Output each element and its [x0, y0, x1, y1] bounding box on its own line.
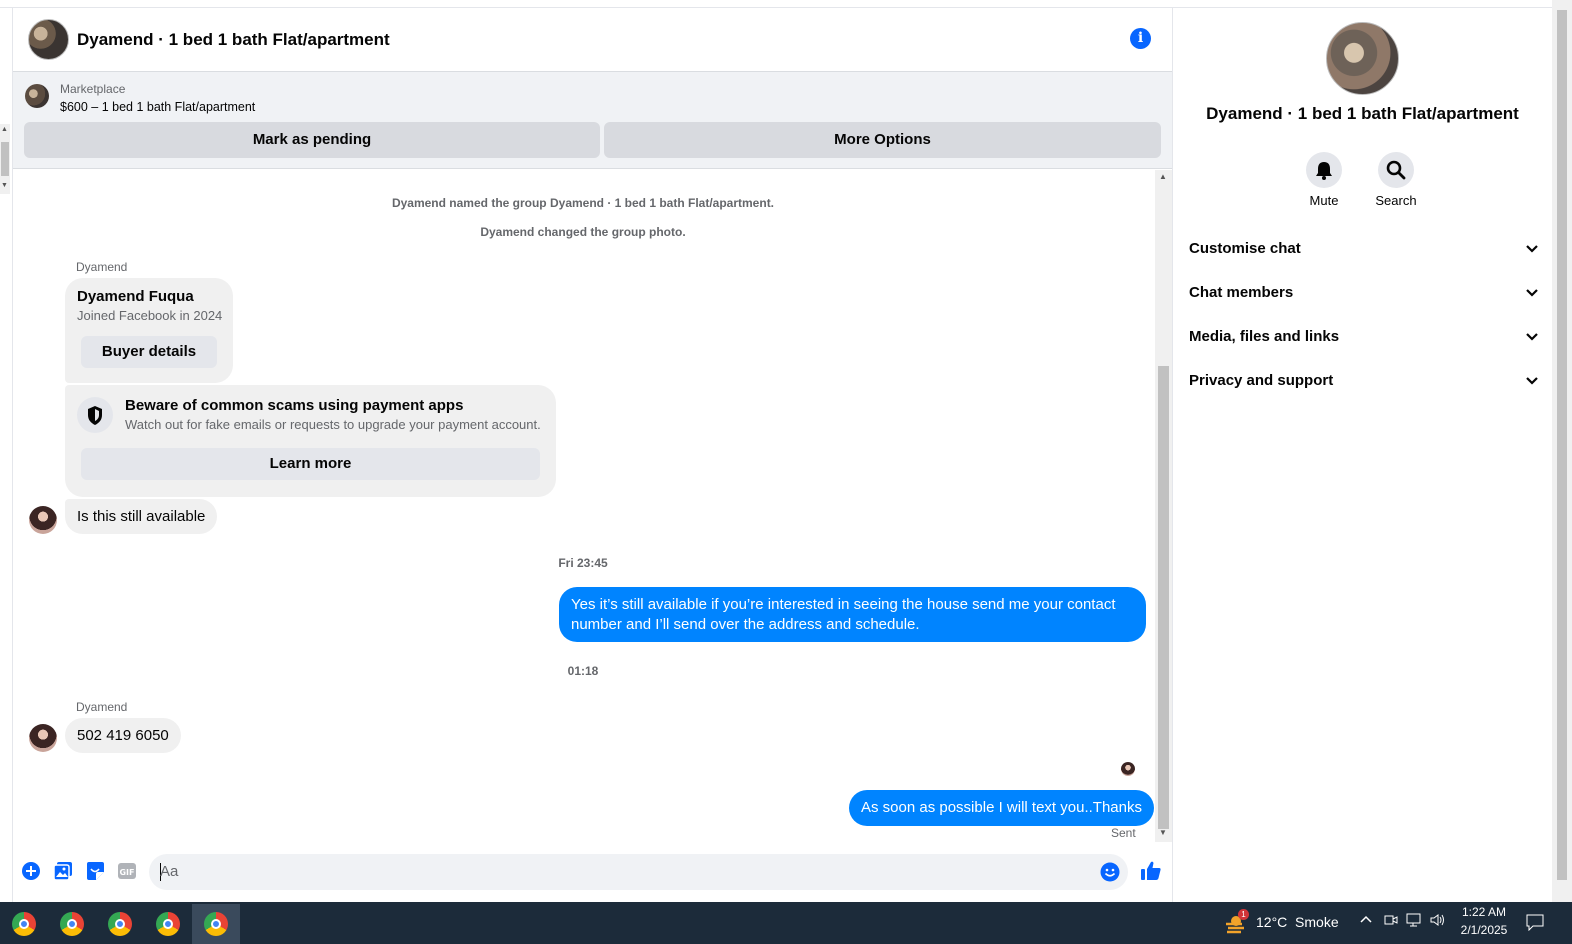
- message-composer: GIF Aa: [13, 850, 1172, 894]
- chat-scroll-up-icon[interactable]: ▲: [1159, 172, 1167, 181]
- svg-text:GIF: GIF: [119, 868, 134, 877]
- group-photo[interactable]: [1326, 22, 1399, 95]
- section-privacy-support[interactable]: Privacy and support: [1189, 372, 1539, 389]
- chevron-down-icon: [1526, 245, 1538, 253]
- page-scroll-thumb[interactable]: [1557, 10, 1567, 880]
- marketplace-label: Marketplace: [60, 82, 126, 96]
- weather-badge: 1: [1238, 909, 1249, 920]
- chevron-down-icon: [1526, 377, 1538, 385]
- scroll-down-arrow-icon[interactable]: ▼: [1, 182, 8, 190]
- chevron-down-icon: [1526, 289, 1538, 297]
- section-label: Media, files and links: [1189, 328, 1340, 345]
- windows-taskbar: 1 12°C Smoke 1:22 AM 2/1/2025: [0, 902, 1572, 944]
- page-scrollbar[interactable]: [1552, 0, 1572, 902]
- notification-icon[interactable]: [1526, 913, 1544, 934]
- mute-label: Mute: [1309, 193, 1339, 208]
- message-input-placeholder: Aa: [160, 863, 179, 880]
- taskbar-chrome-app[interactable]: [48, 904, 96, 944]
- outgoing-message[interactable]: Yes it’s still available if you’re inter…: [559, 587, 1146, 642]
- taskbar-chrome-app-active[interactable]: [192, 904, 240, 944]
- chevron-down-icon: [1526, 333, 1538, 341]
- volume-icon[interactable]: [1430, 913, 1446, 930]
- chat-scroll-thumb[interactable]: [1158, 366, 1169, 829]
- section-chat-members[interactable]: Chat members: [1189, 284, 1539, 301]
- like-icon[interactable]: [1140, 860, 1162, 882]
- seen-by-avatar: [1121, 762, 1135, 776]
- group-avatar[interactable]: [28, 19, 69, 60]
- learn-more-button[interactable]: Learn more: [81, 448, 540, 480]
- search-label: Search: [1375, 193, 1417, 208]
- section-label: Chat members: [1189, 284, 1294, 301]
- listing-title[interactable]: $600 – 1 bed 1 bath Flat/apartment: [60, 100, 255, 114]
- buyer-joined: Joined Facebook in 2024: [77, 308, 223, 323]
- weather-text[interactable]: 12°C Smoke: [1256, 914, 1339, 930]
- system-message: Dyamend changed the group photo.: [480, 225, 686, 239]
- buyer-name: Dyamend Fuqua: [77, 288, 194, 305]
- taskbar-chrome-app[interactable]: [144, 904, 192, 944]
- network-icon[interactable]: [1406, 913, 1422, 930]
- photo-icon[interactable]: [53, 861, 73, 881]
- section-media-files-links[interactable]: Media, files and links: [1189, 328, 1539, 345]
- clock-date[interactable]: 2/1/2025: [1454, 923, 1514, 937]
- incoming-message[interactable]: 502 419 6050: [65, 718, 181, 753]
- chat-scrollbar[interactable]: ▲ ▼: [1155, 170, 1172, 842]
- chevron-up-icon[interactable]: [1360, 913, 1372, 929]
- scam-warning-card: Beware of common scams using payment app…: [65, 385, 556, 497]
- plus-icon[interactable]: [21, 861, 41, 881]
- shield-icon: [77, 397, 113, 433]
- scroll-thumb[interactable]: [1, 142, 9, 176]
- incoming-message[interactable]: Is this still available: [65, 499, 218, 534]
- mark-as-pending-button[interactable]: Mark as pending: [24, 122, 600, 158]
- messenger-window: ▲ ▼ Dyamend · 1 bed 1 bath Flat/apartmen…: [0, 0, 1572, 902]
- weather-icon[interactable]: 1: [1224, 909, 1249, 934]
- search-icon: [1386, 160, 1406, 180]
- scam-warning-body: Watch out for fake emails or requests to…: [125, 417, 541, 432]
- chrome-icon: [12, 912, 36, 936]
- buyer-card: Dyamend Fuqua Joined Facebook in 2024 Bu…: [65, 278, 233, 383]
- sender-name: Dyamend: [76, 700, 128, 714]
- conversation-header: Dyamend · 1 bed 1 bath Flat/apartment i: [13, 8, 1172, 72]
- conversation-title[interactable]: Dyamend · 1 bed 1 bath Flat/apartment: [77, 30, 390, 50]
- emoji-icon[interactable]: [1100, 862, 1120, 882]
- conversation-pane: Dyamend · 1 bed 1 bath Flat/apartment i …: [12, 8, 1173, 902]
- taskbar-chrome-app[interactable]: [0, 904, 48, 944]
- sender-name: Dyamend: [76, 260, 128, 274]
- timestamp: 01:18: [567, 664, 599, 678]
- section-label: Customise chat: [1189, 240, 1301, 257]
- outgoing-message[interactable]: As soon as possible I will text you..Tha…: [849, 790, 1154, 826]
- section-customise-chat[interactable]: Customise chat: [1189, 240, 1539, 257]
- chat-scroll-down-icon[interactable]: ▼: [1159, 828, 1167, 837]
- clock-time[interactable]: 1:22 AM: [1454, 905, 1514, 919]
- left-scrollbar[interactable]: ▲ ▼: [0, 124, 10, 194]
- sender-avatar[interactable]: [29, 506, 57, 534]
- timestamp: Fri 23:45: [558, 556, 608, 570]
- chrome-icon: [60, 912, 84, 936]
- message-status: Sent: [1111, 826, 1136, 840]
- taskbar-chrome-app[interactable]: [96, 904, 144, 944]
- more-options-button[interactable]: More Options: [604, 122, 1161, 158]
- chrome-icon: [156, 912, 180, 936]
- section-label: Privacy and support: [1189, 372, 1334, 389]
- meet-now-icon[interactable]: [1384, 913, 1398, 930]
- scroll-up-arrow-icon[interactable]: ▲: [1, 126, 8, 134]
- chrome-icon: [204, 912, 228, 936]
- system-message: Dyamend named the group Dyamend · 1 bed …: [391, 196, 775, 210]
- search-button[interactable]: [1378, 152, 1414, 188]
- info-icon[interactable]: i: [1130, 28, 1151, 49]
- buyer-details-button[interactable]: Buyer details: [81, 336, 217, 368]
- message-input[interactable]: Aa: [149, 854, 1128, 890]
- sticker-icon[interactable]: [85, 861, 105, 881]
- info-title: Dyamend · 1 bed 1 bath Flat/apartment: [1206, 104, 1519, 123]
- top-border: [0, 0, 1552, 8]
- scam-warning-title: Beware of common scams using payment app…: [125, 397, 464, 414]
- gif-icon[interactable]: GIF: [117, 861, 137, 881]
- sender-avatar[interactable]: [29, 724, 57, 752]
- chat-info-panel: Dyamend · 1 bed 1 bath Flat/apartment Mu…: [1173, 8, 1552, 902]
- chrome-icon: [108, 912, 132, 936]
- listing-thumbnail[interactable]: [25, 84, 49, 108]
- marketplace-listing-banner: Marketplace $600 – 1 bed 1 bath Flat/apa…: [13, 72, 1172, 169]
- bell-icon: [1316, 162, 1332, 180]
- mute-button[interactable]: [1306, 152, 1342, 188]
